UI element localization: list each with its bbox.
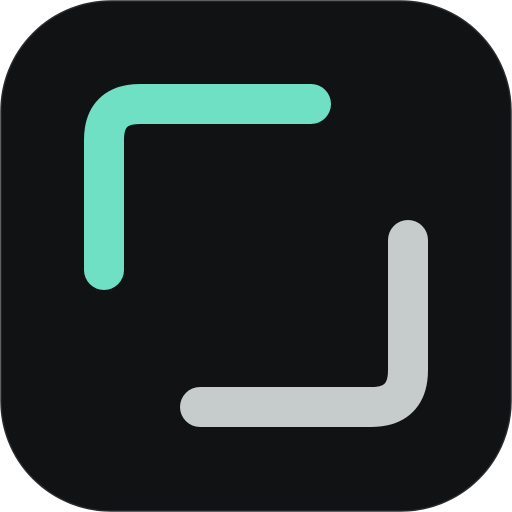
app-icon-graphic [0,0,512,512]
app-icon [0,0,512,512]
icon-background [0,0,512,512]
